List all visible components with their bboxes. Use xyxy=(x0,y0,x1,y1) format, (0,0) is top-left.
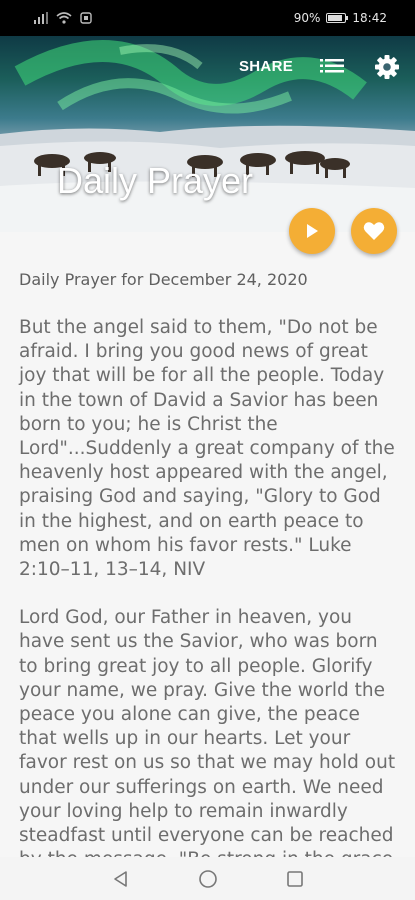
status-icons xyxy=(34,12,92,24)
header-banner: Daily Prayer SHARE xyxy=(0,36,415,232)
play-icon xyxy=(307,224,318,238)
list-button[interactable] xyxy=(320,56,344,76)
battery-fill xyxy=(328,15,343,21)
settings-button[interactable] xyxy=(374,54,400,80)
signal-icon xyxy=(34,12,48,24)
play-button[interactable] xyxy=(289,208,335,254)
system-nav-bar xyxy=(0,857,415,900)
share-button[interactable]: SHARE xyxy=(239,58,293,75)
prayer-paragraph: Lord God, our Father in heaven, you have… xyxy=(19,607,396,857)
scripture-paragraph: But the angel said to them, "Do not be a… xyxy=(19,317,395,581)
favorite-button[interactable] xyxy=(351,208,397,254)
battery-percent: 90% xyxy=(293,11,321,25)
page-title: Daily Prayer xyxy=(57,160,254,201)
status-right: 90% 18:42 xyxy=(294,11,387,25)
heart-icon xyxy=(363,222,385,240)
wifi-icon xyxy=(56,12,72,24)
home-circle-icon[interactable] xyxy=(198,869,218,889)
status-bar: 90% 18:42 xyxy=(0,0,415,36)
list-icon xyxy=(320,59,344,73)
aurora-landscape-image xyxy=(0,40,415,232)
prayer-content: Daily Prayer for December 24, 2020 But t… xyxy=(19,268,399,857)
back-triangle-icon[interactable] xyxy=(112,870,130,888)
battery-icon xyxy=(326,13,349,23)
prayer-date: Daily Prayer for December 24, 2020 xyxy=(19,270,308,289)
status-time: 18:42 xyxy=(352,11,387,25)
recents-square-icon[interactable] xyxy=(286,870,304,888)
prayer-scroll-area[interactable]: Daily Prayer for December 24, 2020 But t… xyxy=(0,232,415,857)
notification-icon xyxy=(80,12,92,24)
gear-icon xyxy=(375,55,399,79)
